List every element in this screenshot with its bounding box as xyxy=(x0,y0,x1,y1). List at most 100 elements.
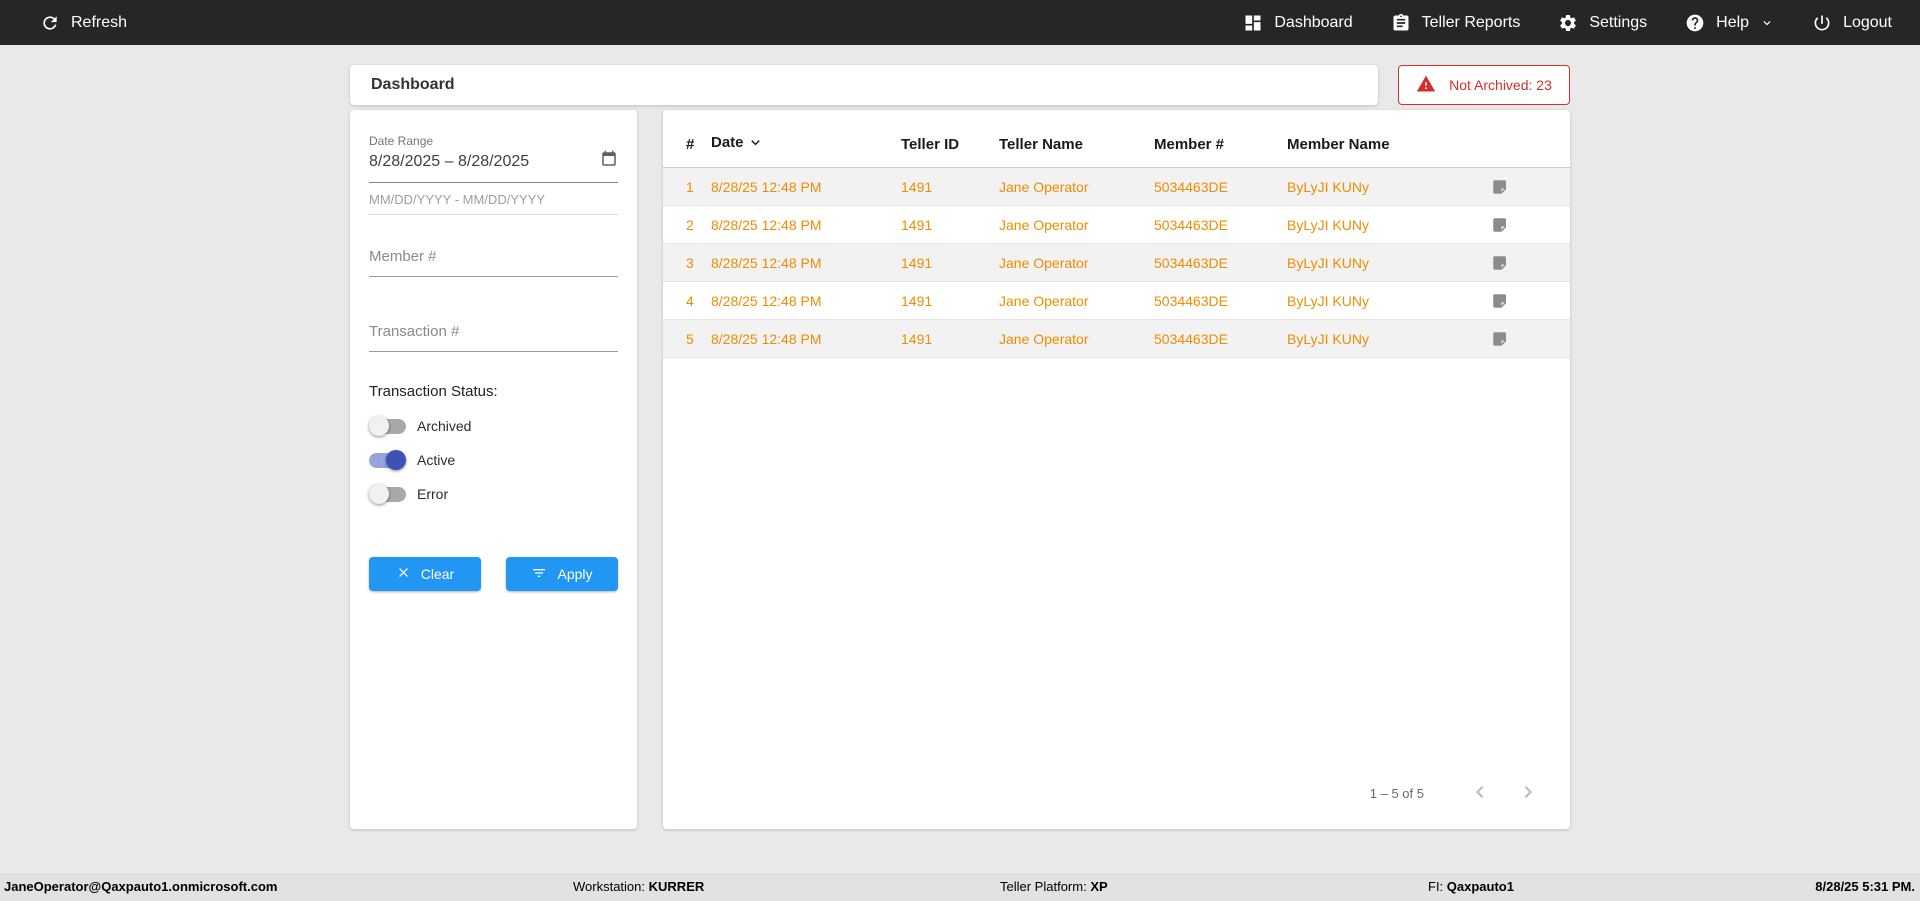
transactions-table-card: # Date Teller ID Teller Name Member # Me… xyxy=(663,110,1570,829)
main-row: Date Range MM/DD/YYYY - MM/DD/YYYY Trans… xyxy=(350,110,1570,829)
active-switch[interactable] xyxy=(369,449,406,470)
teller-reports-icon xyxy=(1391,13,1411,33)
cell-teller-name: Jane Operator xyxy=(999,178,1089,195)
cell-date: 8/28/25 12:48 PM xyxy=(711,292,822,309)
table-row[interactable]: 1 8/28/25 12:48 PM 1491 Jane Operator 503446… xyxy=(663,167,1570,206)
column-header-member-name[interactable]: Member Name xyxy=(1287,126,1491,168)
table-row[interactable]: 4 8/28/25 12:48 PM 1491 Jane Operator 503446… xyxy=(663,282,1570,320)
cell-date: 8/28/25 12:48 PM xyxy=(711,178,822,195)
cell-num: 5 xyxy=(686,330,694,347)
table-row[interactable]: 2 8/28/25 12:48 PM 1491 Jane Operator 503446… xyxy=(663,206,1570,244)
nav-teller-reports[interactable]: Teller Reports xyxy=(1391,13,1521,33)
cell-member-num: 5034463DE xyxy=(1154,178,1228,195)
nav-logout-label: Logout xyxy=(1843,13,1892,31)
cell-member-name: ByLyJI KUNy xyxy=(1287,254,1369,271)
toggle-active[interactable]: Active xyxy=(369,443,618,477)
column-header-teller-id[interactable]: Teller ID xyxy=(901,126,999,168)
filter-panel: Date Range MM/DD/YYYY - MM/DD/YYYY Trans… xyxy=(350,110,637,829)
toggle-archived[interactable]: Archived xyxy=(369,409,618,443)
table-header-row: # Date Teller ID Teller Name Member # Me… xyxy=(663,126,1570,168)
note-icon[interactable] xyxy=(1491,168,1570,206)
note-icon[interactable] xyxy=(1491,206,1570,244)
topbar-nav: Dashboard Teller Reports Settings Help L… xyxy=(1243,13,1892,33)
filter-icon xyxy=(531,565,547,584)
table-row[interactable]: 5 8/28/25 12:48 PM 1491 Jane Operator 503446… xyxy=(663,319,1570,358)
logged-in-user: JaneOperator@Qaxpauto1.onmicrosoft.com xyxy=(4,879,278,894)
close-icon xyxy=(396,565,411,583)
cell-teller-id: 1491 xyxy=(901,292,933,309)
not-archived-label: Not Archived: 23 xyxy=(1449,77,1552,93)
cell-member-num: 5034463DE xyxy=(1154,254,1228,271)
cell-teller-name: Jane Operator xyxy=(999,292,1089,309)
date-format-hint: MM/DD/YYYY - MM/DD/YYYY xyxy=(369,183,618,215)
active-toggle-label: Active xyxy=(417,452,456,468)
title-row: Dashboard Not Archived: 23 xyxy=(350,65,1570,105)
refresh-icon xyxy=(40,13,60,33)
nav-help[interactable]: Help xyxy=(1685,13,1774,33)
help-icon xyxy=(1685,13,1705,33)
apply-button-label: Apply xyxy=(557,566,593,582)
cell-date: 8/28/25 12:48 PM xyxy=(711,254,822,271)
refresh-button[interactable]: Refresh xyxy=(40,13,127,33)
error-switch[interactable] xyxy=(369,483,406,504)
nav-help-label: Help xyxy=(1716,13,1750,31)
cell-num: 2 xyxy=(686,216,694,233)
note-icon[interactable] xyxy=(1491,282,1570,320)
table-body: 1 8/28/25 12:48 PM 1491 Jane Operator 503446… xyxy=(663,167,1570,358)
teller-platform-info: Teller Platform: XP xyxy=(1000,879,1108,894)
cell-member-num: 5034463DE xyxy=(1154,216,1228,233)
column-header-teller-name[interactable]: Teller Name xyxy=(999,126,1154,168)
nav-logout[interactable]: Logout xyxy=(1812,13,1892,33)
column-header-num[interactable]: # xyxy=(663,126,711,168)
clear-button-label: Clear xyxy=(420,566,455,582)
nav-dashboard[interactable]: Dashboard xyxy=(1243,13,1353,33)
transaction-number-input[interactable] xyxy=(369,317,618,352)
next-page-button[interactable] xyxy=(1516,780,1540,807)
note-icon[interactable] xyxy=(1491,320,1570,358)
page-title-card: Dashboard xyxy=(350,65,1378,105)
warning-triangle-icon xyxy=(1416,74,1436,97)
chevron-down-icon xyxy=(1760,16,1774,30)
member-number-input[interactable] xyxy=(369,242,618,277)
pagination: 1 – 5 of 5 xyxy=(663,780,1570,829)
cell-member-name: ByLyJI KUNy xyxy=(1287,292,1369,309)
cell-member-name: ByLyJI KUNy xyxy=(1287,216,1369,233)
cell-teller-id: 1491 xyxy=(901,254,933,271)
dashboard-icon xyxy=(1243,13,1263,33)
pagination-range: 1 – 5 of 5 xyxy=(1369,786,1424,801)
status-bar: JaneOperator@Qaxpauto1.onmicrosoft.com W… xyxy=(0,873,1920,901)
column-header-member-num[interactable]: Member # xyxy=(1154,126,1287,168)
nav-teller-reports-label: Teller Reports xyxy=(1421,13,1521,31)
transactions-table: # Date Teller ID Teller Name Member # Me… xyxy=(663,126,1570,358)
cell-member-name: ByLyJI KUNy xyxy=(1287,330,1369,347)
archived-toggle-label: Archived xyxy=(417,418,472,434)
cell-num: 4 xyxy=(686,292,694,309)
date-range-label: Date Range xyxy=(369,134,434,148)
calendar-icon[interactable] xyxy=(600,150,618,173)
cell-teller-name: Jane Operator xyxy=(999,254,1089,271)
date-range-input[interactable] xyxy=(369,152,600,171)
top-bar: Refresh Dashboard Teller Reports Setting… xyxy=(0,0,1920,45)
nav-settings[interactable]: Settings xyxy=(1558,13,1647,33)
table-row[interactable]: 3 8/28/25 12:48 PM 1491 Jane Operator 503446… xyxy=(663,243,1570,282)
workstation-info: Workstation: KURRER xyxy=(573,879,705,894)
date-range-field xyxy=(369,148,618,183)
cell-teller-name: Jane Operator xyxy=(999,216,1089,233)
cell-teller-id: 1491 xyxy=(901,330,933,347)
cell-date: 8/28/25 12:48 PM xyxy=(711,216,822,233)
power-icon xyxy=(1812,13,1832,33)
cell-teller-id: 1491 xyxy=(901,216,933,233)
toggle-error[interactable]: Error xyxy=(369,477,618,511)
note-icon[interactable] xyxy=(1491,244,1570,282)
clear-button[interactable]: Clear xyxy=(369,557,481,591)
cell-member-num: 5034463DE xyxy=(1154,292,1228,309)
sort-arrow-icon xyxy=(747,138,764,155)
error-toggle-label: Error xyxy=(417,486,449,502)
previous-page-button[interactable] xyxy=(1468,780,1492,807)
archived-switch[interactable] xyxy=(369,415,406,436)
not-archived-badge[interactable]: Not Archived: 23 xyxy=(1398,65,1570,105)
column-header-date[interactable]: Date xyxy=(711,126,901,168)
cell-num: 3 xyxy=(686,254,694,271)
transaction-status-label: Transaction Status: xyxy=(369,383,498,400)
apply-button[interactable]: Apply xyxy=(506,557,618,591)
